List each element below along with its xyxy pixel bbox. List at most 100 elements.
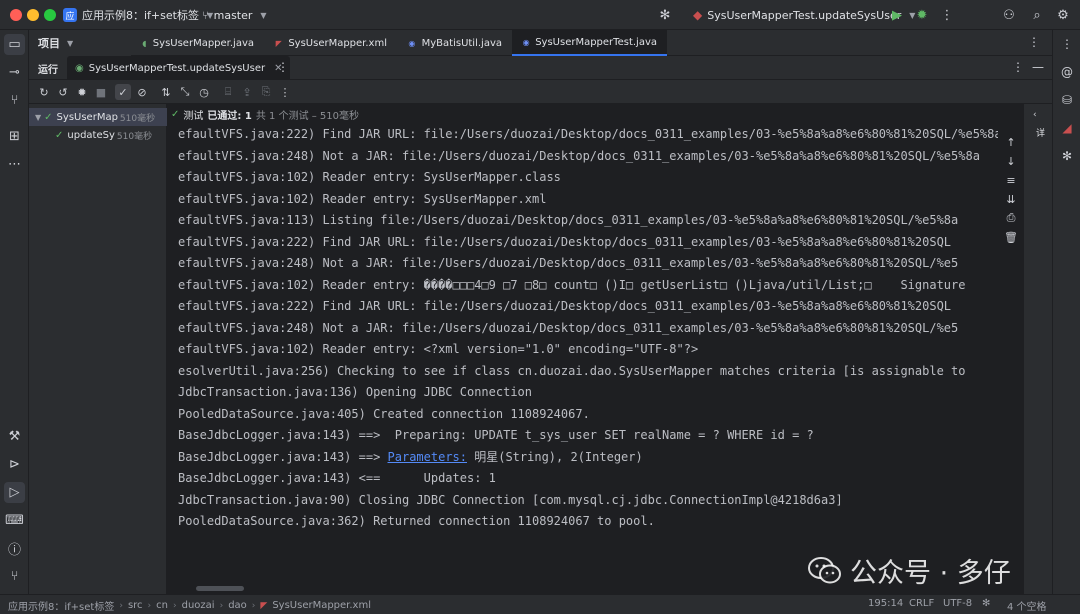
breadcrumb-item[interactable]: src	[128, 600, 143, 611]
tree-time: 510毫秒	[116, 131, 153, 142]
run-tool-icon[interactable]: ▷	[4, 482, 25, 503]
structure-icon[interactable]: ⊞	[4, 126, 25, 147]
chevron-left-icon[interactable]: ‹	[1033, 110, 1037, 120]
problems-icon[interactable]: ⓘ	[4, 538, 25, 559]
tab-mybatisutil-java[interactable]: ◉ MyBatisUtil.java	[397, 30, 512, 56]
more-icon[interactable]: ⋮	[277, 84, 293, 100]
console-line: efaultVFS.java:102) Reader entry: SysUse…	[178, 170, 561, 184]
trash-icon[interactable]: 🗑	[1003, 229, 1019, 245]
plugin-status-icon[interactable]: ✻	[982, 598, 990, 609]
minimize-window-button[interactable]	[27, 9, 39, 21]
tab-label: SysUserMapper.xml	[288, 37, 387, 49]
more-tools-icon[interactable]: ⋯	[4, 154, 25, 175]
chevron-right-icon: ›	[251, 600, 256, 611]
more-icon[interactable]: ⋮	[1012, 60, 1024, 74]
scroll-to-end-icon[interactable]: ⇊	[1003, 191, 1019, 207]
project-name: 应用示例8：if+set标签	[82, 9, 199, 22]
arrow-down-icon[interactable]: ↓	[1003, 153, 1019, 169]
screenshot-icon[interactable]: ⌸	[220, 84, 236, 100]
database-icon[interactable]: ⛁	[1057, 90, 1077, 110]
run-toolbar: ↻ ↺ ✹ ■ ✓ ⊘ ⇅ ⤡ ◷ ⌸ ⇪ ⎘ ⋮	[29, 80, 1052, 104]
parameters-values: 明星(String), 2(Integer)	[467, 449, 643, 464]
tab-label: MyBatisUtil.java	[421, 37, 502, 49]
chevron-down-icon: ▼	[260, 10, 267, 20]
test-status-prefix: 测试	[183, 110, 204, 122]
debug-icon[interactable]: ✹	[912, 5, 932, 25]
add-user-icon[interactable]: ⚇	[999, 5, 1019, 25]
project-panel-header[interactable]: 项目 ▼	[29, 30, 131, 56]
import-icon[interactable]: ⎘	[258, 84, 274, 100]
show-ignored-icon[interactable]: ⊘	[134, 84, 150, 100]
tree-time: 510毫秒	[119, 113, 156, 124]
chevron-down-icon: ▼	[67, 38, 74, 48]
chevron-down-icon: ▼	[35, 112, 42, 122]
notifications-icon[interactable]: ⋮	[1057, 34, 1077, 54]
sort-icon[interactable]: ⇅	[158, 84, 174, 100]
arrow-up-icon[interactable]: ↑	[1003, 134, 1019, 150]
build-hammer-icon[interactable]: ⚒	[4, 426, 25, 447]
history-icon[interactable]: ◷	[196, 84, 212, 100]
run-config-selector[interactable]: ◆ SysUserMapperTest.updateSysUser ▼	[693, 5, 915, 25]
rerun-failed-icon[interactable]: ↺	[55, 84, 71, 100]
ai-assistant-icon[interactable]: @	[1057, 62, 1077, 82]
breadcrumb-item[interactable]: 应用示例8：if+set标签	[8, 598, 114, 613]
settings-icon[interactable]: ⚙	[1053, 5, 1073, 25]
maven-icon[interactable]: ◢	[1057, 118, 1077, 138]
branch-widget[interactable]: ⑂ master ▼	[202, 6, 267, 24]
check-icon: ✓	[171, 108, 180, 120]
plugin-icon[interactable]: ✻	[1057, 146, 1077, 166]
more-icon[interactable]: ⋮	[1028, 35, 1040, 49]
terminal-icon[interactable]: ⌨	[4, 510, 25, 531]
line-ending[interactable]: CRLF	[909, 598, 934, 609]
console-line: BaseJdbcLogger.java:143) <== Updates: 1	[178, 471, 496, 485]
cursor-position[interactable]: 195:14	[868, 598, 903, 609]
console-line: efaultVFS.java:102) Reader entry: SysUse…	[178, 191, 547, 206]
indent-setting[interactable]: 4 个空格	[1007, 598, 1047, 613]
print-icon[interactable]: ⎙	[1003, 210, 1019, 226]
debug-rerun-icon[interactable]: ✹	[74, 84, 90, 100]
minimize-panel-icon[interactable]: —	[1032, 60, 1044, 74]
more-icon[interactable]: ⋮	[277, 60, 289, 74]
tab-sysusermappertest-java[interactable]: ◉ SysUserMapperTest.java	[512, 30, 667, 56]
tab-sysusermapper-xml[interactable]: ◤ SysUserMapper.xml	[264, 30, 397, 56]
run-config-name: SysUserMapperTest.updateSysUser	[707, 8, 902, 22]
chevron-right-icon: ›	[219, 600, 224, 611]
show-passed-icon[interactable]: ✓	[115, 84, 131, 100]
git-icon[interactable]: ⑂	[4, 566, 25, 587]
test-status-bar: ✓ 测试 已通过: 1 共 1 个测试 – 510毫秒	[167, 104, 1052, 124]
collapse-icon[interactable]: ⤡	[177, 84, 193, 100]
tab-sysusermapper-java[interactable]: ◖ SysUserMapper.java	[131, 30, 264, 56]
breadcrumb-item[interactable]: SysUserMapper.xml	[272, 600, 371, 611]
close-window-button[interactable]	[10, 9, 22, 21]
stop-icon[interactable]: ■	[93, 84, 109, 100]
xml-icon: ◤	[260, 600, 268, 611]
breadcrumb-item[interactable]: cn	[156, 600, 168, 611]
pull-requests-icon[interactable]: ⑂	[4, 90, 25, 111]
file-encoding[interactable]: UTF-8	[943, 598, 972, 609]
search-icon[interactable]: ⌕	[1027, 5, 1047, 25]
export-icon[interactable]: ⇪	[239, 84, 255, 100]
breadcrumb-item[interactable]: duozai	[182, 600, 215, 611]
project-folder-icon[interactable]: ▭	[4, 34, 25, 55]
breadcrumb-item[interactable]: dao	[228, 600, 247, 611]
zoom-window-button[interactable]	[44, 9, 56, 21]
run-icon[interactable]: ▶	[887, 5, 907, 25]
tree-row-test-method[interactable]: ✓ updateSy 510毫秒	[29, 126, 167, 144]
branch-name: master	[213, 8, 253, 22]
horizontal-scrollbar[interactable]	[196, 586, 244, 591]
console-output[interactable]: efaultVFS.java:222) Find JAR URL: file:/…	[178, 124, 998, 574]
soft-wrap-icon[interactable]: ≡	[1003, 172, 1019, 188]
project-widget[interactable]: 应 应用示例8：if+set标签 ▼	[63, 6, 213, 24]
console-line: efaultVFS.java:102) Reader entry: <?xml …	[178, 342, 699, 356]
more-icon[interactable]: ⋮	[937, 5, 957, 25]
tree-row-test-class[interactable]: ▼ ✓ SysUserMap 510毫秒	[29, 108, 167, 126]
services-icon[interactable]: ⊳	[4, 454, 25, 475]
rerun-icon[interactable]: ↻	[36, 84, 52, 100]
debug-bug-icon[interactable]: ✻	[655, 5, 675, 25]
parameters-link[interactable]: Parameters:	[388, 450, 467, 464]
console-line-prefix: BaseJdbcLogger.java:143) ==>	[178, 449, 388, 464]
test-config-icon: ◉	[75, 62, 84, 74]
commit-icon[interactable]: ⊸	[4, 62, 25, 83]
console-line: esolverUtil.java:256) Checking to see if…	[178, 363, 966, 378]
run-tab[interactable]: ◉ SysUserMapperTest.updateSysUser ✕	[67, 56, 291, 80]
